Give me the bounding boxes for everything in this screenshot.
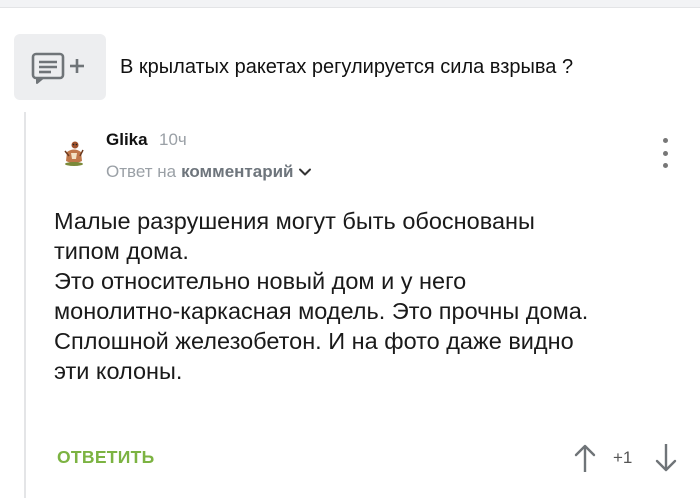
top-divider: [0, 0, 700, 8]
reply-to-line: Ответ на комментарий: [106, 162, 312, 182]
comment-body-line: типом дома.: [54, 238, 189, 264]
avatar[interactable]: [62, 139, 86, 167]
downvote-button[interactable]: [654, 442, 678, 474]
reply-button[interactable]: ОТВЕТИТЬ: [57, 447, 155, 468]
reply-to-prefix: Ответ на: [106, 162, 177, 181]
username[interactable]: Glika: [106, 130, 148, 150]
comment-body: Малые разрушения могут быть обоснованы т…: [54, 206, 694, 386]
upvote-button[interactable]: [573, 442, 597, 474]
parent-comment-row[interactable]: В крылатых ракетах регулируется сила взр…: [14, 34, 694, 100]
reply-to-link[interactable]: комментарий: [181, 162, 293, 182]
comment-body-line: Сплошной железобетон. И на фото даже вид…: [54, 328, 574, 354]
comment-body-line: эти колоны.: [54, 358, 183, 384]
comment-score: +1: [613, 448, 633, 467]
arrow-down-icon: [655, 444, 677, 472]
chevron-down-icon[interactable]: [298, 165, 312, 179]
comment-body-line: Малые разрушения могут быть обоснованы: [54, 208, 535, 234]
comment-time: 10ч: [159, 130, 187, 149]
comment: Glika 10ч Ответ на комментарий Малые раз…: [28, 112, 700, 498]
comment-body-line: Это относительно новый дом и у него: [54, 268, 467, 294]
comment-body-line: монолитно-каркасная модель. Это прочны д…: [54, 298, 589, 324]
parent-comment-icon-box[interactable]: [14, 34, 106, 100]
thread-line[interactable]: [24, 112, 26, 498]
comment-add-icon: [31, 52, 84, 84]
user-avatar-icon: [64, 141, 84, 166]
arrow-up-icon: [574, 444, 596, 472]
more-vertical-icon[interactable]: [657, 138, 673, 168]
parent-comment-text[interactable]: В крылатых ракетах регулируется сила взр…: [120, 56, 573, 79]
